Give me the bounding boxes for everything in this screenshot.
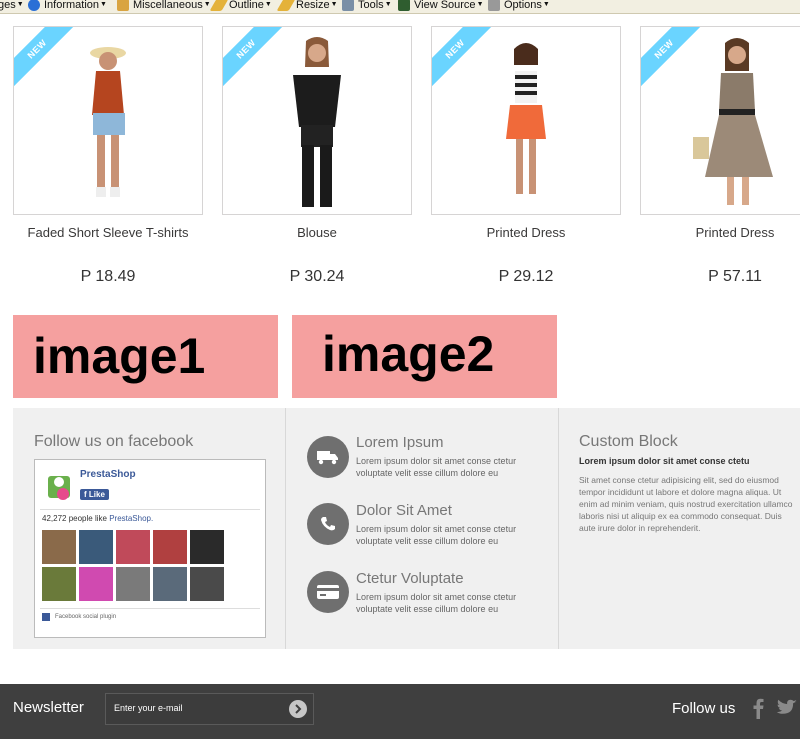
- chevron-down-icon: ▼: [542, 1, 550, 8]
- product-price: P 29.12: [498, 268, 554, 285]
- product-price: P 30.24: [289, 268, 345, 285]
- fan-avatar[interactable]: [116, 567, 150, 601]
- fan-avatar[interactable]: [153, 567, 187, 601]
- newsletter-label: Newsletter: [13, 699, 84, 716]
- resize-pencil-icon: [276, 0, 296, 11]
- product-image[interactable]: NEW: [222, 26, 412, 215]
- feature-text: Lorem ipsum dolor sit amet conse ctetur …: [356, 592, 517, 614]
- feature-title: Ctetur Voluptate: [356, 570, 464, 587]
- browser-toolbar: ges▼ Information▼ Miscellaneous▼ Outline…: [0, 0, 800, 14]
- feature-title: Lorem Ipsum: [356, 434, 444, 451]
- facebook-icon[interactable]: [752, 697, 764, 719]
- facebook-like-button[interactable]: f Like: [80, 484, 109, 502]
- follow-us-label: Follow us: [672, 700, 736, 717]
- fan-avatar[interactable]: [79, 567, 113, 601]
- toolbar-menu-outline[interactable]: Outline ▼: [209, 0, 272, 13]
- feature-text: Lorem ipsum dolor sit amet conse ctetur …: [356, 524, 517, 546]
- newsletter-submit-button[interactable]: [289, 700, 307, 718]
- product-name[interactable]: Printed Dress: [431, 225, 621, 240]
- product-name[interactable]: Faded Short Sleeve T-shirts: [13, 225, 203, 240]
- chevron-down-icon: ▼: [16, 1, 24, 8]
- truck-icon: [307, 436, 349, 478]
- fan-avatar[interactable]: [79, 530, 113, 564]
- product-image[interactable]: NEW: [13, 26, 203, 215]
- toolbar-menu-pages[interactable]: ges▼: [0, 0, 24, 13]
- product-name[interactable]: Printed Dress: [640, 225, 800, 240]
- chevron-down-icon: ▼: [100, 1, 107, 8]
- banner-image1[interactable]: image1: [13, 315, 278, 398]
- facebook-page-name[interactable]: PrestaShop: [80, 469, 136, 480]
- feature-title: Dolor Sit Amet: [356, 502, 452, 519]
- toolbar-menu-tools[interactable]: Tools ▼: [342, 0, 392, 13]
- facebook-widget[interactable]: PrestaShop f Like 42,272 people like Pre…: [34, 459, 266, 638]
- product-name[interactable]: Blouse: [222, 225, 412, 240]
- fan-avatar[interactable]: [153, 530, 187, 564]
- phone-icon: [307, 503, 349, 545]
- column-divider: [285, 408, 286, 649]
- chevron-down-icon: ▼: [203, 1, 211, 8]
- custom-block-text: Sit amet conse ctetur adipisicing elit, …: [579, 475, 793, 533]
- facebook-plugin-label: Facebook social plugin: [55, 614, 117, 620]
- divider: [40, 509, 260, 510]
- product-image[interactable]: NEW: [640, 26, 800, 215]
- fan-avatar[interactable]: [42, 567, 76, 601]
- facebook-page-link[interactable]: PrestaShop.: [109, 514, 153, 523]
- facebook-title: Follow us on facebook: [34, 433, 194, 450]
- tools-icon: [342, 0, 354, 11]
- toolbar-menu-miscellaneous[interactable]: Miscellaneous ▼: [117, 0, 211, 13]
- twitter-icon[interactable]: [776, 699, 798, 717]
- credit-card-icon: [307, 571, 349, 613]
- misc-icon: [117, 0, 129, 11]
- toolbar-menu-view-source[interactable]: View Source ▼: [398, 0, 484, 13]
- divider: [40, 608, 260, 609]
- product-price: P 18.49: [80, 268, 136, 285]
- facebook-like-count: 42,272 people like PrestaShop.: [42, 514, 154, 523]
- product-image[interactable]: NEW: [431, 26, 621, 215]
- newsletter-email-input[interactable]: [106, 694, 284, 722]
- product-card[interactable]: NEW Blouse P 30.24: [222, 26, 412, 285]
- banner-image2[interactable]: image2: [292, 315, 557, 398]
- feature-text: Lorem ipsum dolor sit amet conse ctetur …: [356, 456, 517, 478]
- outline-pencil-icon: [209, 0, 229, 11]
- chevron-down-icon: ▼: [264, 1, 272, 8]
- prestashop-logo: [48, 476, 70, 500]
- toolbar-menu-resize[interactable]: Resize ▼: [276, 0, 338, 13]
- custom-block-subtitle: Lorem ipsum dolor sit amet conse ctetu: [579, 456, 750, 466]
- custom-block-title: Custom Block: [579, 433, 678, 450]
- newsletter-input-wrapper[interactable]: [105, 693, 314, 725]
- info-icon: [28, 0, 40, 11]
- product-card[interactable]: NEW Printed Dress P 29.12: [431, 26, 621, 285]
- toolbar-menu-options[interactable]: Options ▼: [488, 0, 550, 13]
- chevron-down-icon: ▼: [384, 1, 392, 8]
- fan-avatar[interactable]: [42, 530, 76, 564]
- chevron-down-icon: ▼: [330, 1, 338, 8]
- view-source-icon: [398, 0, 410, 11]
- product-card[interactable]: NEW Faded Short Sleeve T-shirts P 18.49: [13, 26, 203, 285]
- column-divider: [558, 408, 559, 649]
- product-card[interactable]: NEW Printed Dress P 57.11: [640, 26, 800, 285]
- fan-avatar[interactable]: [116, 530, 150, 564]
- product-price: P 57.11: [708, 268, 762, 285]
- facebook-icon: [42, 613, 50, 621]
- chevron-right-icon: [295, 704, 302, 714]
- fan-avatar[interactable]: [190, 530, 224, 564]
- options-icon: [488, 0, 500, 11]
- chevron-down-icon: ▼: [476, 1, 484, 8]
- fan-avatar[interactable]: [190, 567, 224, 601]
- toolbar-menu-information[interactable]: Information ▼: [28, 0, 107, 13]
